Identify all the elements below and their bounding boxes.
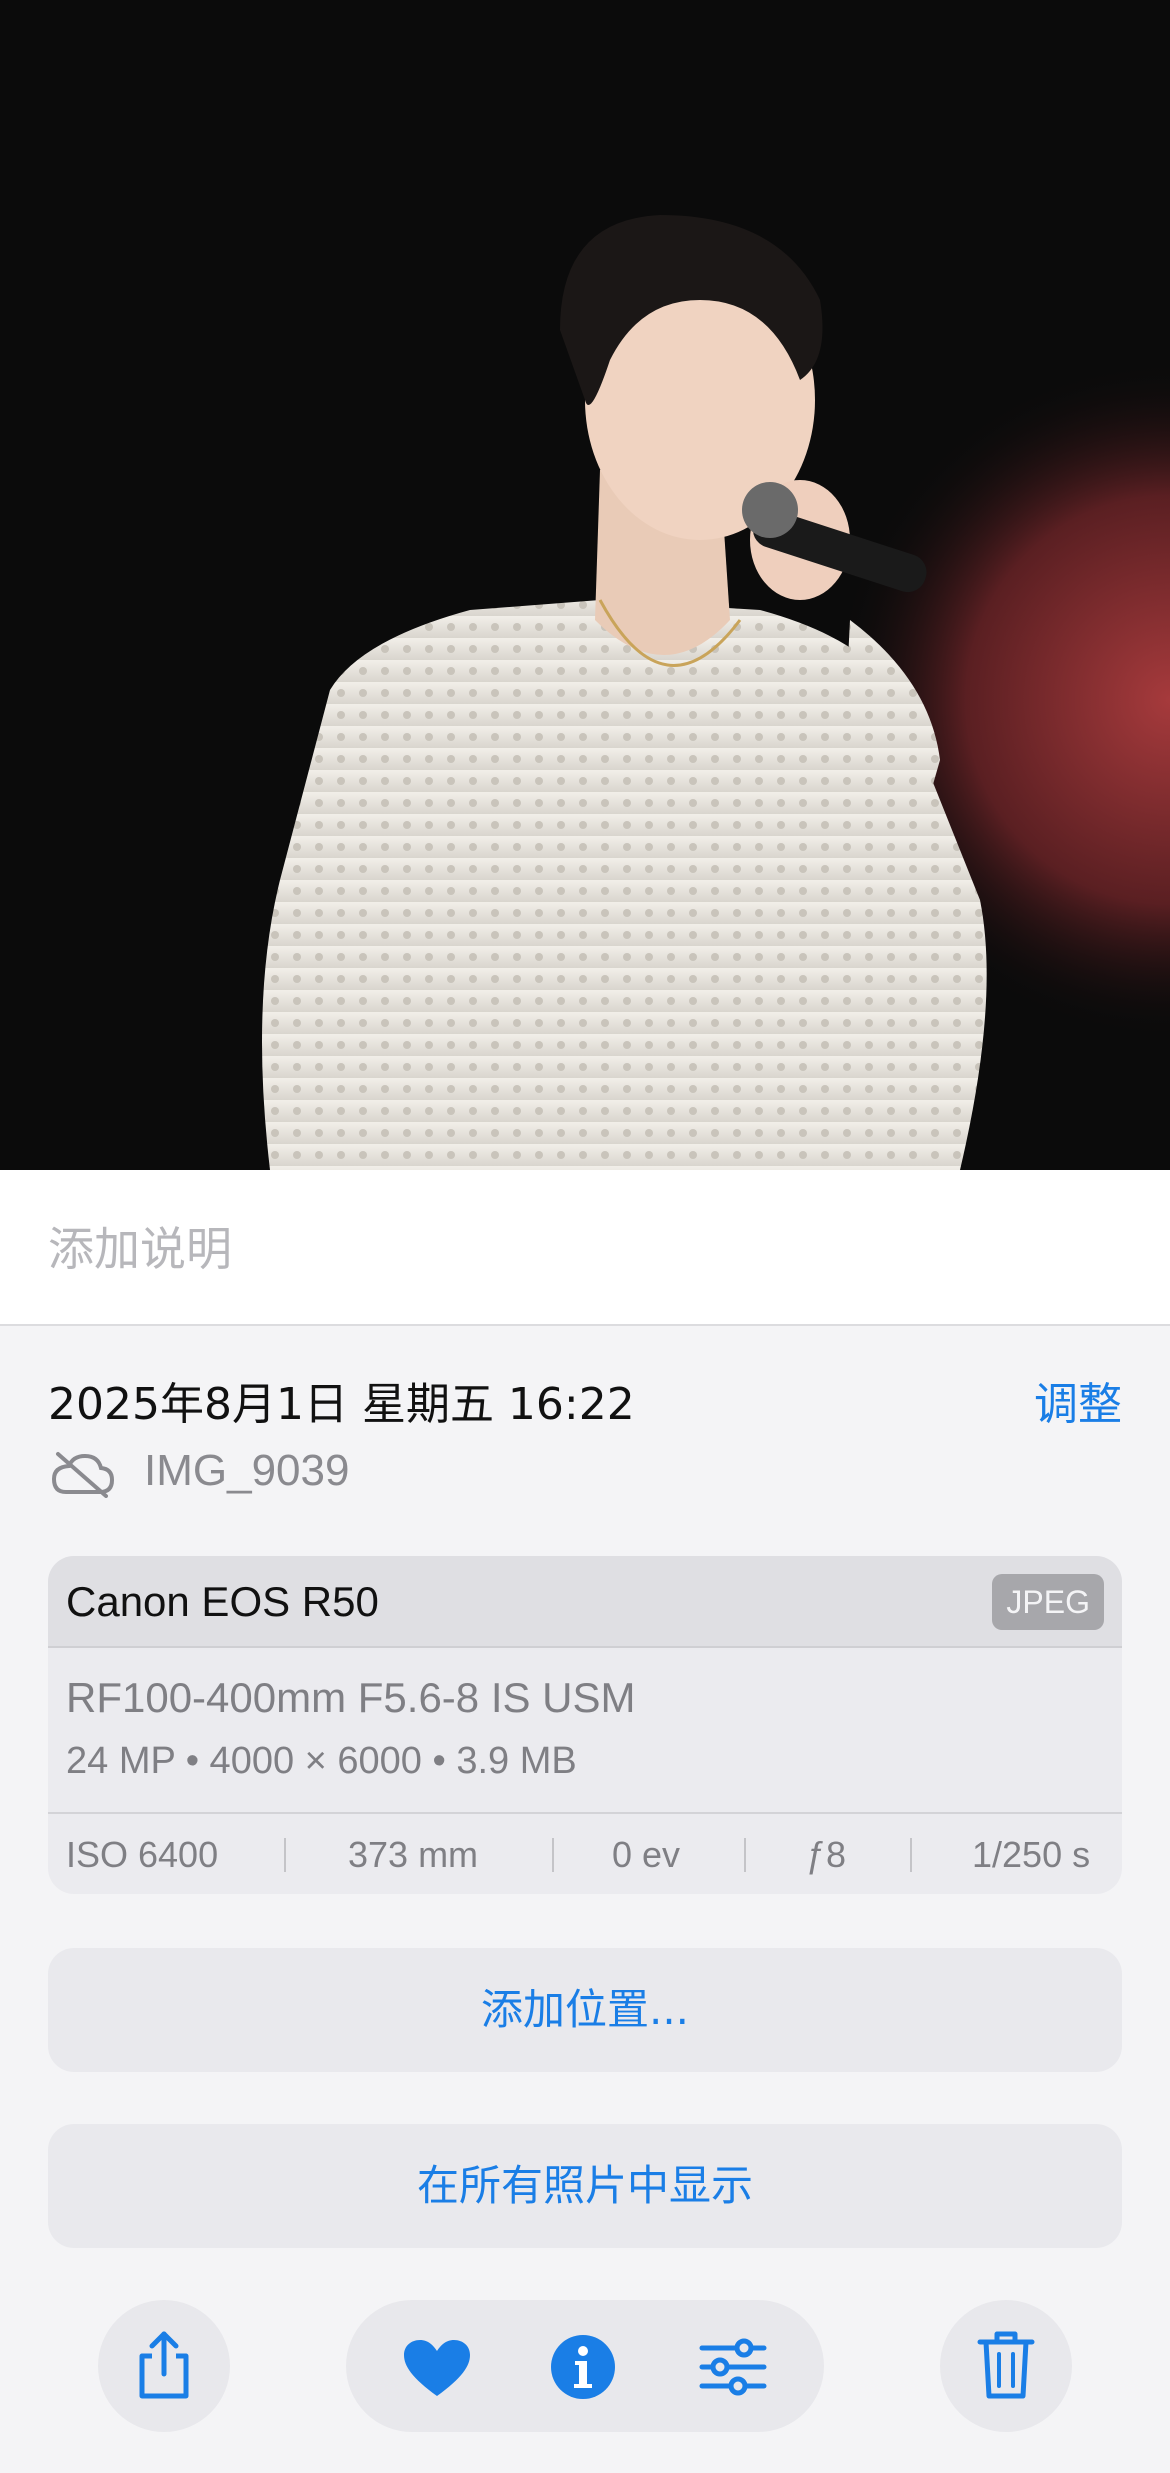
- add-location-button[interactable]: 添加位置...: [48, 1948, 1122, 2072]
- divider: [284, 1838, 286, 1872]
- image-specs: 24 MP • 4000 × 6000 • 3.9 MB: [66, 1740, 577, 1782]
- photo-viewer[interactable]: [0, 0, 1170, 1170]
- iso-value: ISO 6400: [66, 1834, 219, 1875]
- heart-icon[interactable]: [402, 2338, 472, 2398]
- add-caption-input[interactable]: [48, 1214, 1118, 1284]
- lens-model: RF100-400mm F5.6-8 IS USM: [66, 1674, 636, 1721]
- camera-model: Canon EOS R50: [66, 1578, 379, 1625]
- info-icon[interactable]: [550, 2334, 616, 2400]
- photo-image: [0, 0, 1170, 1170]
- divider: [910, 1838, 912, 1872]
- format-badge: JPEG: [992, 1574, 1104, 1630]
- adjust-datetime-button[interactable]: 调整: [1034, 1368, 1122, 1432]
- caption-bar: [0, 1170, 1170, 1326]
- exposure-compensation-value: 0 ev: [612, 1834, 681, 1875]
- exif-settings-row: ISO 6400 373 mm 0 ev ƒ8 1/250 s: [48, 1812, 1122, 1894]
- toolbar-center-group: [346, 2300, 824, 2432]
- share-icon: [139, 2331, 189, 2399]
- bottom-toolbar: [0, 2296, 1170, 2436]
- shutter-speed-value: 1/250 s: [972, 1834, 1091, 1875]
- date-row: 2025年8月1日 星期五 16:22 调整: [48, 1368, 1122, 1430]
- divider: [744, 1838, 746, 1872]
- focal-length-value: 373 mm: [348, 1834, 479, 1875]
- cloud-slash-icon: [51, 1452, 115, 1498]
- exif-card[interactable]: Canon EOS R50 JPEG RF100-400mm F5.6-8 IS…: [48, 1556, 1122, 1894]
- show-in-all-photos-button[interactable]: 在所有照片中显示: [48, 2124, 1122, 2248]
- photo-info-panel: 2025年8月1日 星期五 16:22 调整 IMG_9039 Canon EO…: [0, 1328, 1170, 2473]
- divider: [552, 1838, 554, 1872]
- delete-button[interactable]: [940, 2300, 1072, 2432]
- share-button[interactable]: [98, 2300, 230, 2432]
- exif-header: Canon EOS R50 JPEG: [48, 1556, 1122, 1648]
- aperture-value: ƒ8: [806, 1834, 847, 1875]
- capture-datetime: 2025年8月1日 星期五 16:22: [48, 1379, 635, 1430]
- trash-icon: [977, 2331, 1035, 2399]
- file-name: IMG_9039: [144, 1446, 350, 1495]
- adjust-sliders-icon[interactable]: [698, 2336, 768, 2398]
